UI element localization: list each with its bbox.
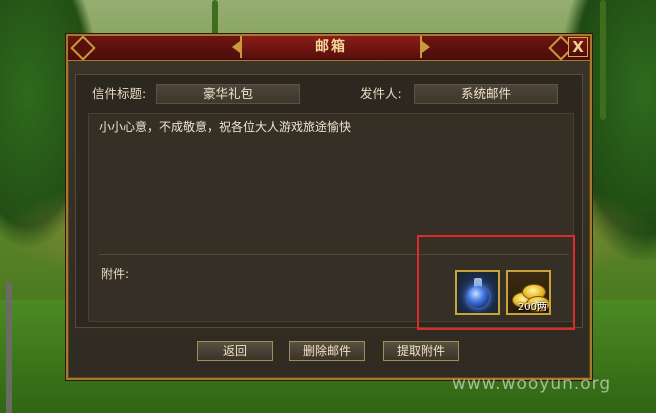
corner-ornament-icon xyxy=(70,35,96,61)
subject-label: 信件标题: xyxy=(92,86,147,101)
sender-field: 系统邮件 xyxy=(414,84,558,104)
sender-label: 发件人: xyxy=(360,86,402,101)
back-button[interactable]: 返回 xyxy=(197,341,273,361)
delete-mail-button[interactable]: 删除邮件 xyxy=(289,341,365,361)
extract-attachment-button[interactable]: 提取附件 xyxy=(383,341,459,361)
attachment-highlight-box xyxy=(417,235,575,330)
subject-field: 豪华礼包 xyxy=(156,84,300,104)
mail-body-text: 小小心意，不成敬意，祝各位大人游戏旅途愉快 xyxy=(99,120,352,134)
title-bar[interactable]: 邮箱 X xyxy=(68,35,590,61)
background-vine xyxy=(600,0,606,120)
background-post xyxy=(6,282,12,413)
attachments-label: 附件: xyxy=(101,267,130,281)
close-button[interactable]: X xyxy=(568,37,588,57)
watermark: www.wooyun.org xyxy=(452,374,612,394)
title-plate: 邮箱 xyxy=(232,36,430,58)
window-title: 邮箱 xyxy=(315,39,347,55)
